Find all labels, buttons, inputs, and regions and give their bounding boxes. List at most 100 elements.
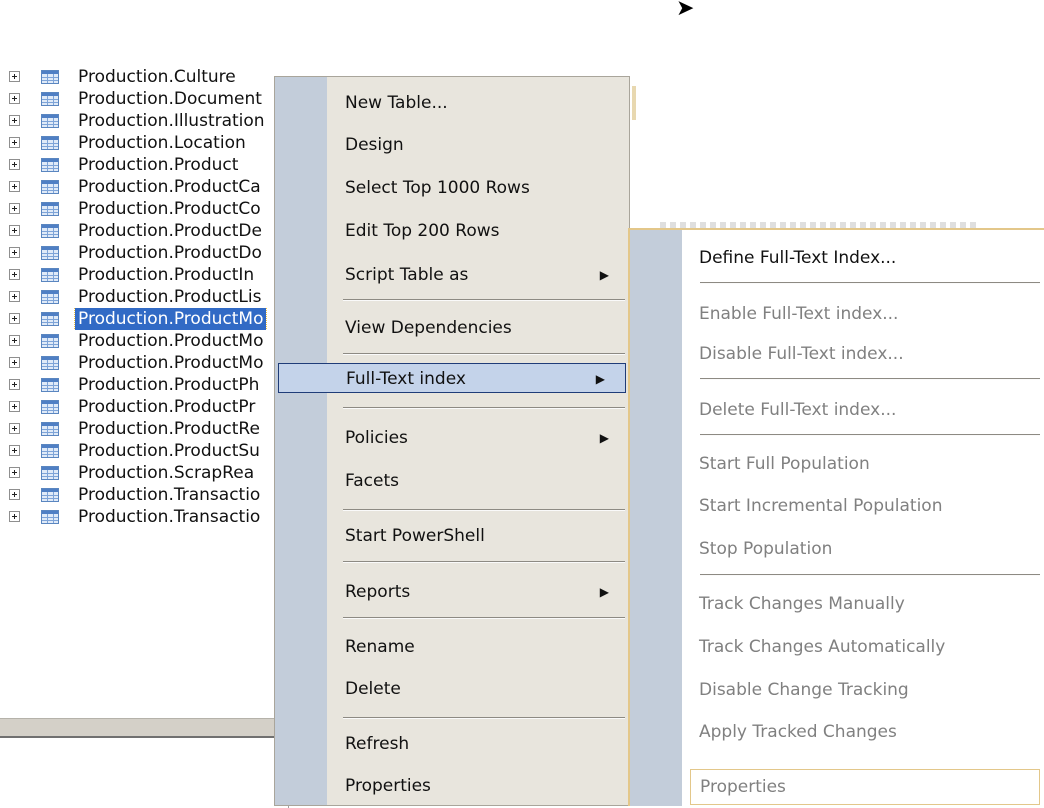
plus-expander-icon[interactable] (9, 291, 20, 302)
submenu-item-disable-change-tracking[interactable]: Disable Change Tracking (682, 674, 1044, 706)
plus-expander-icon[interactable] (9, 247, 20, 258)
tree-item[interactable]: Production.ProductCo (0, 198, 300, 220)
table-icon (41, 158, 59, 172)
plus-expander-icon[interactable] (9, 159, 20, 170)
submenu-item-label: Delete Full-Text index... (699, 400, 897, 420)
tree-item-label: Production.Illustration (78, 111, 265, 131)
submenu-item-label: Start Incremental Population (699, 496, 943, 516)
menu-item-rename[interactable]: Rename (327, 632, 629, 662)
tree-item[interactable]: Production.ProductCa (0, 176, 300, 198)
table-icon (41, 510, 59, 524)
submenu-item-label: Apply Tracked Changes (699, 722, 897, 742)
tree-item[interactable]: Production.ProductPh (0, 374, 300, 396)
tree-item[interactable]: Production.ProductPr (0, 396, 300, 418)
tree-item[interactable]: Production.ProductIn (0, 264, 300, 286)
submenu-item-stop-population[interactable]: Stop Population (682, 533, 1044, 565)
menu-item-edit-top-rows[interactable]: Edit Top 200 Rows (327, 216, 629, 246)
menu-separator (343, 353, 625, 355)
menu-separator (343, 717, 625, 719)
menu-item-label: View Dependencies (345, 318, 512, 338)
tree-item[interactable]: Production.Transactio (0, 506, 300, 528)
tree-item[interactable]: Production.Transactio (0, 484, 300, 506)
tree-item-label: Production.ProductCo (78, 199, 261, 219)
submenu-separator (700, 282, 1040, 284)
submenu-item-start-incremental-population[interactable]: Start Incremental Population (682, 490, 1044, 522)
plus-expander-icon[interactable] (9, 269, 20, 280)
tree-item[interactable]: Production.ProductMo (0, 352, 300, 374)
plus-expander-icon[interactable] (9, 203, 20, 214)
tree-item[interactable]: Production.ProductMo (0, 308, 300, 330)
menu-item-new-table[interactable]: New Table... (327, 88, 629, 118)
menu-item-reports[interactable]: Reports ▶ (327, 577, 629, 607)
tree-item[interactable]: Production.Culture (0, 66, 300, 88)
tree-item-label: Production.Culture (78, 67, 236, 87)
table-icon (41, 422, 59, 436)
table-icon (41, 70, 59, 84)
submenu-item-start-full-population[interactable]: Start Full Population (682, 448, 1044, 480)
table-icon (41, 136, 59, 150)
menu-item-script-table-as[interactable]: Script Table as ▶ (327, 260, 629, 290)
plus-expander-icon[interactable] (9, 445, 20, 456)
tree-item-label: Production.ProductCa (78, 177, 261, 197)
triangle-right-icon: ▶ (599, 431, 609, 445)
tree-item[interactable]: Production.ProductDe (0, 220, 300, 242)
horizontal-scrollbar[interactable] (0, 718, 290, 737)
plus-expander-icon[interactable] (9, 511, 20, 522)
tree-item[interactable]: Production.ScrapRea (0, 462, 300, 484)
plus-expander-icon[interactable] (9, 357, 20, 368)
tree-item[interactable]: Production.Illustration (0, 110, 300, 132)
submenu-item-track-changes-manually[interactable]: Track Changes Manually (682, 588, 1044, 620)
menu-item-design[interactable]: Design (327, 130, 629, 160)
menu-item-refresh[interactable]: Refresh (327, 729, 629, 759)
tree-item[interactable]: Production.ProductDo (0, 242, 300, 264)
plus-expander-icon[interactable] (9, 93, 20, 104)
tree-item-label: Production.Product (78, 155, 239, 175)
menu-separator (343, 509, 625, 511)
plus-expander-icon[interactable] (9, 181, 20, 192)
tree-item[interactable]: Production.ProductLis (0, 286, 300, 308)
submenu-item-define-full-text-index[interactable]: Define Full-Text Index... (682, 242, 1044, 274)
table-icon (41, 290, 59, 304)
plus-expander-icon[interactable] (9, 379, 20, 390)
tree-item[interactable]: Production.Product (0, 154, 300, 176)
submenu-item-track-changes-automatically[interactable]: Track Changes Automatically (682, 631, 1044, 663)
menu-item-start-powershell[interactable]: Start PowerShell (327, 521, 629, 551)
menu-item-full-text-index[interactable]: Full-Text index ▶ (278, 363, 626, 393)
tree-item-label: Production.ProductPr (78, 397, 256, 417)
menu-item-label: Design (345, 135, 404, 155)
tree-item-label: Production.Document (78, 89, 262, 109)
plus-expander-icon[interactable] (9, 137, 20, 148)
plus-expander-icon[interactable] (9, 225, 20, 236)
plus-expander-icon[interactable] (9, 467, 20, 478)
submenu-item-enable-full-text-index[interactable]: Enable Full-Text index... (682, 298, 1044, 330)
plus-expander-icon[interactable] (9, 313, 20, 324)
submenu-item-apply-tracked-changes[interactable]: Apply Tracked Changes (682, 716, 1044, 748)
full-text-index-submenu: Define Full-Text Index... Enable Full-Te… (628, 228, 1044, 806)
tree-item-label: Production.ProductRe (78, 419, 260, 439)
plus-expander-icon[interactable] (9, 71, 20, 82)
menu-item-policies[interactable]: Policies ▶ (327, 423, 629, 453)
submenu-item-disable-full-text-index[interactable]: Disable Full-Text index... (682, 338, 1044, 370)
plus-expander-icon[interactable] (9, 335, 20, 346)
menu-item-view-dependencies[interactable]: View Dependencies (327, 313, 629, 343)
tree-item[interactable]: Production.Document (0, 88, 300, 110)
menu-item-delete[interactable]: Delete (327, 674, 629, 704)
plus-expander-icon[interactable] (9, 401, 20, 412)
submenu-item-properties[interactable]: Properties (690, 769, 1040, 805)
menu-item-select-top-rows[interactable]: Select Top 1000 Rows (327, 173, 629, 203)
plus-expander-icon[interactable] (9, 423, 20, 434)
tree-item[interactable]: Production.ProductMo (0, 330, 300, 352)
menu-item-facets[interactable]: Facets (327, 466, 629, 496)
menu-item-label: Select Top 1000 Rows (345, 178, 530, 198)
tree-item[interactable]: Production.ProductSu (0, 440, 300, 462)
tree-item[interactable]: Production.ProductRe (0, 418, 300, 440)
submenu-item-label: Track Changes Manually (699, 594, 905, 614)
table-icon (41, 400, 59, 414)
menu-separator (343, 407, 625, 409)
menu-item-label: Properties (345, 776, 431, 796)
tree-item[interactable]: Production.Location (0, 132, 300, 154)
plus-expander-icon[interactable] (9, 115, 20, 126)
menu-item-properties[interactable]: Properties (327, 771, 629, 801)
plus-expander-icon[interactable] (9, 489, 20, 500)
submenu-item-delete-full-text-index[interactable]: Delete Full-Text index... (682, 394, 1044, 426)
